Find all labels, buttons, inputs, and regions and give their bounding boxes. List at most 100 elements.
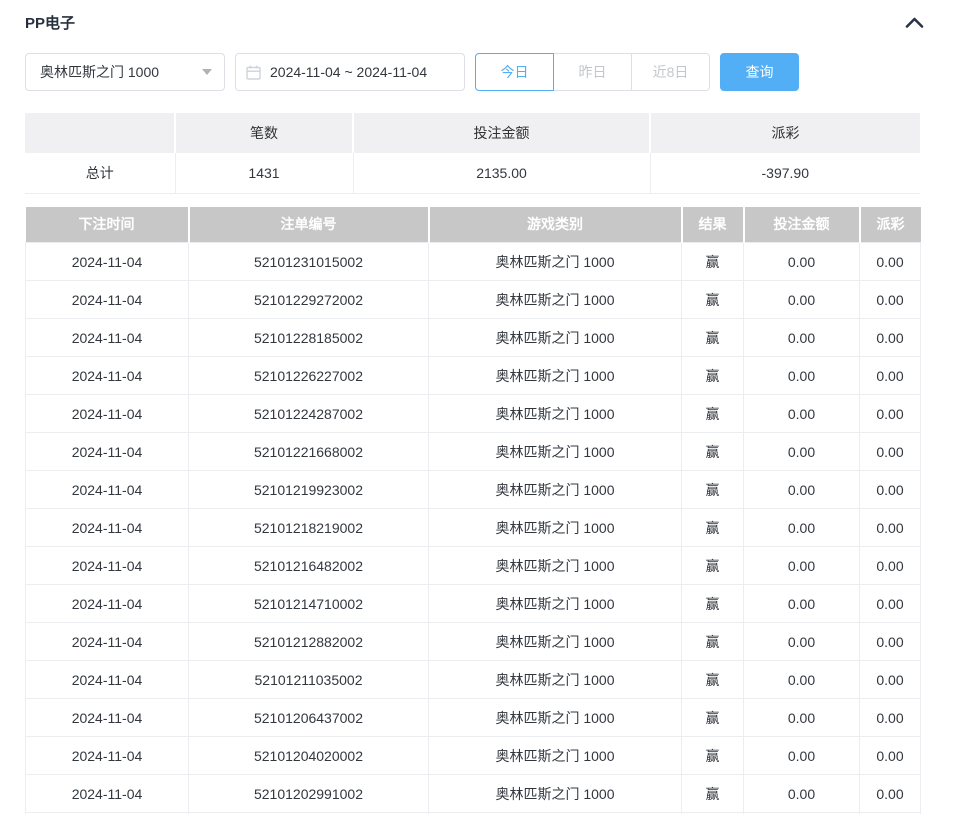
cell-bet-amount: 0.00 (744, 471, 860, 509)
cell-payout: 0.00 (860, 395, 921, 433)
cell-order-number: 52101214710002 (189, 585, 429, 623)
cell-payout: 0.00 (860, 319, 921, 357)
cell-result: 赢 (682, 661, 744, 699)
cell-order-number: 52101206437002 (189, 699, 429, 737)
cell-payout: 0.00 (860, 775, 921, 813)
summary-header-bet-amount: 投注金额 (353, 113, 650, 153)
summary-header-count: 笔数 (175, 113, 353, 153)
table-row: 2024-11-0452101214710002奥林匹斯之门 1000赢0.00… (26, 585, 921, 623)
cell-bet-amount: 0.00 (744, 737, 860, 775)
bet-records-table: 下注时间 注单编号 游戏类别 结果 投注金额 派彩 2024-11-045210… (25, 207, 921, 814)
cell-game-category: 奥林匹斯之门 1000 (429, 699, 682, 737)
summary-total-count: 1431 (175, 153, 353, 193)
cell-bet-time: 2024-11-04 (26, 623, 189, 661)
date-range-input[interactable]: 2024-11-04 ~ 2024-11-04 (235, 53, 465, 91)
cell-bet-amount: 0.00 (744, 547, 860, 585)
summary-total-label: 总计 (25, 153, 175, 193)
cell-order-number: 52101228185002 (189, 319, 429, 357)
cell-game-category: 奥林匹斯之门 1000 (429, 623, 682, 661)
cell-order-number: 52101216482002 (189, 547, 429, 585)
cell-order-number: 52101202991002 (189, 775, 429, 813)
cell-result: 赢 (682, 623, 744, 661)
cell-payout: 0.00 (860, 509, 921, 547)
cell-game-category: 奥林匹斯之门 1000 (429, 319, 682, 357)
table-row: 2024-11-0452101204020002奥林匹斯之门 1000赢0.00… (26, 737, 921, 775)
collapse-panel-button[interactable] (901, 15, 928, 30)
cell-order-number: 52101219923002 (189, 471, 429, 509)
cell-game-category: 奥林匹斯之门 1000 (429, 281, 682, 319)
table-row: 2024-11-0452101212882002奥林匹斯之门 1000赢0.00… (26, 623, 921, 661)
summary-header-blank (25, 113, 175, 153)
header-payout: 派彩 (860, 207, 921, 243)
cell-game-category: 奥林匹斯之门 1000 (429, 243, 682, 281)
cell-order-number: 52101226227002 (189, 357, 429, 395)
cell-bet-time: 2024-11-04 (26, 395, 189, 433)
summary-total-payout: -397.90 (650, 153, 920, 193)
table-row: 2024-11-0452101229272002奥林匹斯之门 1000赢0.00… (26, 281, 921, 319)
cell-game-category: 奥林匹斯之门 1000 (429, 471, 682, 509)
cell-payout: 0.00 (860, 433, 921, 471)
cell-result: 赢 (682, 699, 744, 737)
cell-bet-amount: 0.00 (744, 357, 860, 395)
table-row: 2024-11-0452101216482002奥林匹斯之门 1000赢0.00… (26, 547, 921, 585)
cell-game-category: 奥林匹斯之门 1000 (429, 433, 682, 471)
cell-bet-time: 2024-11-04 (26, 281, 189, 319)
cell-order-number: 52101221668002 (189, 433, 429, 471)
cell-payout: 0.00 (860, 737, 921, 775)
table-row: 2024-11-0452101218219002奥林匹斯之门 1000赢0.00… (26, 509, 921, 547)
cell-result: 赢 (682, 243, 744, 281)
cell-bet-time: 2024-11-04 (26, 585, 189, 623)
cell-payout: 0.00 (860, 585, 921, 623)
table-row: 2024-11-0452101226227002奥林匹斯之门 1000赢0.00… (26, 357, 921, 395)
last-8-days-button[interactable]: 近8日 (631, 53, 710, 91)
cell-bet-amount: 0.00 (744, 433, 860, 471)
quick-range-button-group: 今日 昨日 近8日 (475, 53, 710, 91)
cell-result: 赢 (682, 509, 744, 547)
table-row: 2024-11-0452101202991002奥林匹斯之门 1000赢0.00… (26, 775, 921, 813)
cell-bet-amount: 0.00 (744, 585, 860, 623)
chevron-down-icon (202, 69, 212, 75)
today-button[interactable]: 今日 (475, 53, 554, 91)
game-select[interactable]: 奥林匹斯之门 1000 (25, 53, 225, 91)
cell-bet-time: 2024-11-04 (26, 775, 189, 813)
cell-payout: 0.00 (860, 357, 921, 395)
cell-bet-time: 2024-11-04 (26, 737, 189, 775)
chevron-up-icon (905, 17, 924, 28)
header-order-number: 注单编号 (189, 207, 429, 243)
filter-controls: 奥林匹斯之门 1000 2024-11-04 ~ 2024-11-04 今日 昨… (25, 53, 959, 91)
cell-result: 赢 (682, 433, 744, 471)
yesterday-button[interactable]: 昨日 (553, 53, 632, 91)
cell-order-number: 52101211035002 (189, 661, 429, 699)
header-game-category: 游戏类别 (429, 207, 682, 243)
cell-payout: 0.00 (860, 661, 921, 699)
cell-bet-time: 2024-11-04 (26, 661, 189, 699)
summary-table: 笔数 投注金额 派彩 总计 1431 2135.00 -397.90 (25, 113, 920, 194)
table-row: 2024-11-0452101228185002奥林匹斯之门 1000赢0.00… (26, 319, 921, 357)
header-bet-amount: 投注金额 (744, 207, 860, 243)
header-result: 结果 (682, 207, 744, 243)
table-header-row: 下注时间 注单编号 游戏类别 结果 投注金额 派彩 (26, 207, 921, 243)
cell-order-number: 52101212882002 (189, 623, 429, 661)
table-row: 2024-11-0452101219923002奥林匹斯之门 1000赢0.00… (26, 471, 921, 509)
search-button[interactable]: 查询 (720, 53, 799, 91)
cell-bet-amount: 0.00 (744, 243, 860, 281)
cell-game-category: 奥林匹斯之门 1000 (429, 357, 682, 395)
cell-result: 赢 (682, 357, 744, 395)
cell-order-number: 52101218219002 (189, 509, 429, 547)
cell-bet-amount: 0.00 (744, 699, 860, 737)
cell-bet-amount: 0.00 (744, 319, 860, 357)
panel-header: PP电子 (25, 0, 920, 33)
cell-game-category: 奥林匹斯之门 1000 (429, 509, 682, 547)
table-row: 2024-11-0452101206437002奥林匹斯之门 1000赢0.00… (26, 699, 921, 737)
page-title: PP电子 (25, 12, 75, 33)
header-bet-time: 下注时间 (26, 207, 189, 243)
table-row: 2024-11-0452101221668002奥林匹斯之门 1000赢0.00… (26, 433, 921, 471)
cell-payout: 0.00 (860, 281, 921, 319)
cell-bet-amount: 0.00 (744, 281, 860, 319)
summary-total-row: 总计 1431 2135.00 -397.90 (25, 153, 920, 193)
game-select-value: 奥林匹斯之门 1000 (40, 62, 159, 82)
cell-game-category: 奥林匹斯之门 1000 (429, 661, 682, 699)
cell-order-number: 52101224287002 (189, 395, 429, 433)
cell-result: 赢 (682, 737, 744, 775)
cell-bet-time: 2024-11-04 (26, 471, 189, 509)
